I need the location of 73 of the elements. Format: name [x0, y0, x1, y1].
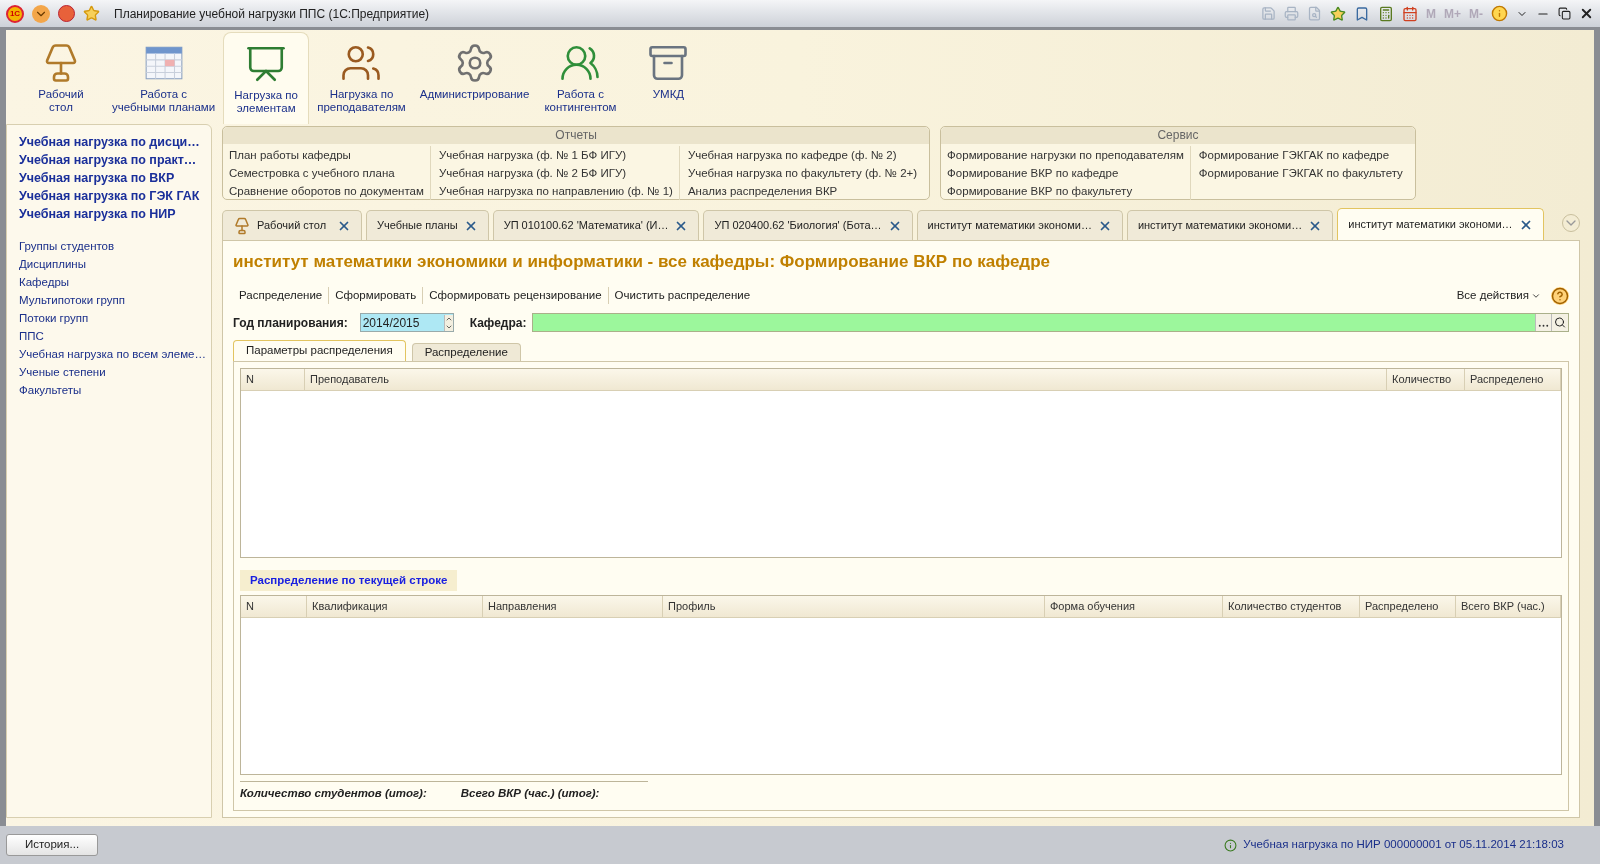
sidebar-link[interactable]: Мультипотоки групп — [19, 291, 211, 309]
sidebar-link[interactable]: Учебная нагрузка по дисци… — [19, 133, 211, 151]
document-tab[interactable]: УП 010100.62 'Математика' (И… — [492, 210, 700, 240]
status-message: Учебная нагрузка по НИР 000000001 от 05.11.2014 21:18:03 — [1243, 837, 1564, 853]
command-link[interactable]: Учебная нагрузка по факультету (ф. № 2+) — [687, 164, 918, 182]
panel-title: Сервис — [941, 127, 1415, 144]
form-tab[interactable]: Распределение — [411, 342, 521, 361]
window-title: Планирование учебной нагрузки ППС (1С:Предприятие) — [114, 5, 430, 23]
column-header[interactable]: Распределено — [1360, 595, 1456, 617]
command-link[interactable]: Учебная нагрузка по направлению (ф. № 1) — [438, 182, 673, 200]
sidebar-link[interactable]: Дисциплины — [19, 255, 211, 273]
document-tab[interactable]: Рабочий стол — [222, 210, 362, 240]
sidebar-link[interactable]: Потоки групп — [19, 309, 211, 327]
command-link[interactable]: Формирование ВКР по факультету — [947, 182, 1184, 200]
command-link[interactable]: Учебная нагрузка (ф. № 2 БФ ИГУ) — [438, 164, 673, 182]
document-tab[interactable]: УП 020400.62 'Биология' (Бота… — [703, 210, 913, 240]
sidebar-link[interactable]: Учебная нагрузка по всем элеме… — [19, 345, 211, 363]
sidebar-link[interactable]: Учебная нагрузка по практ… — [19, 151, 211, 169]
column-header[interactable]: N — [241, 368, 305, 390]
command-link[interactable]: Формирование ВКР по кафедре — [947, 164, 1184, 182]
section-button[interactable]: Администрирование — [413, 32, 536, 124]
panel-title: Отчеты — [223, 127, 930, 144]
history-button[interactable]: История... — [6, 834, 98, 856]
document-tab[interactable]: институт математики экономи… — [916, 210, 1123, 240]
column-header[interactable]: Распределено — [1465, 368, 1561, 390]
year-field[interactable]: 2014/2015 — [359, 313, 454, 332]
column-header[interactable]: N — [241, 595, 307, 617]
sidebar-link[interactable]: ППС — [19, 327, 211, 345]
command-link[interactable]: Формирование нагрузки по преподавателям — [947, 146, 1184, 164]
all-actions-button[interactable]: Все действия — [1456, 286, 1541, 305]
column-header[interactable]: Количество студентов — [1223, 595, 1360, 617]
total-label: Количество студентов (итог): — [240, 786, 427, 802]
section-button[interactable]: Нагрузка по элементам — [223, 32, 310, 124]
column-header[interactable]: Всего ВКР (час.) — [1456, 595, 1561, 617]
sidebar-link[interactable]: Факультеты — [19, 381, 211, 399]
sidebar-link[interactable]: Учебная нагрузка по ВКР — [19, 169, 211, 187]
sidebar-link[interactable]: Учебная нагрузка по ГЭК ГАК — [19, 187, 211, 205]
sidebar-link[interactable]: Учебная нагрузка по НИР — [19, 205, 211, 223]
column-header[interactable]: Форма обучения — [1045, 595, 1223, 617]
sidebar-link[interactable]: Ученые степени — [19, 363, 211, 381]
section-button[interactable]: Работа с учебными планами — [106, 32, 222, 124]
command-link[interactable]: Анализ распределения ВКР — [687, 182, 918, 200]
section-button[interactable]: Рабочий стол — [18, 32, 104, 124]
command-link[interactable]: Формирование ГЭКГАК по кафедре — [1198, 146, 1403, 164]
column-header[interactable]: Направления — [483, 595, 663, 617]
column-header[interactable]: Профиль — [663, 595, 1045, 617]
sidebar-link[interactable]: Группы студентов — [19, 237, 211, 255]
sidebar-link[interactable]: Кафедры — [19, 273, 211, 291]
command-link[interactable]: Учебная нагрузка (ф. № 1 БФ ИГУ) — [438, 146, 673, 164]
action-button[interactable]: Сформировать рецензирование — [422, 286, 608, 305]
column-header[interactable]: Количество — [1387, 368, 1465, 390]
column-header[interactable]: Преподаватель — [305, 368, 1387, 390]
section-button[interactable]: Работа с контингентом — [537, 32, 624, 124]
document-tab[interactable]: институт математики экономи… — [1126, 210, 1334, 240]
form-tab[interactable]: Параметры распределения — [233, 339, 406, 361]
command-link[interactable]: Формирование ГЭКГАК по факультету — [1198, 164, 1403, 182]
total-label: Всего ВКР (час.) (итог): — [460, 786, 600, 802]
action-button[interactable]: Сформировать — [328, 286, 423, 305]
command-link[interactable]: Учебная нагрузка по кафедре (ф. № 2) — [687, 146, 918, 164]
field-label: Год планирования: — [233, 314, 348, 332]
section-button[interactable]: УМКД — [625, 32, 712, 124]
document-tab[interactable]: Учебные планы — [366, 210, 489, 240]
command-link[interactable]: Семестровка с учебного плана — [229, 164, 424, 182]
command-link[interactable]: План работы кафедры — [229, 146, 424, 164]
section-title: Распределение по текущей строке — [240, 569, 458, 591]
field-label: Кафедра: — [469, 314, 527, 332]
command-link[interactable]: Сравнение оборотов по документам — [229, 182, 424, 200]
document-tab[interactable]: институт математики экономи… — [1337, 208, 1544, 240]
action-button[interactable]: Очистить распределение — [607, 286, 757, 305]
action-button[interactable]: Распределение — [233, 286, 329, 305]
column-header[interactable]: Квалификация — [307, 595, 483, 617]
form-title: институт математики экономики и информатики - все кафедры: Формирование ВКР по кафедре — [233, 251, 1051, 273]
section-button[interactable]: Нагрузка по преподавателям — [311, 32, 412, 124]
